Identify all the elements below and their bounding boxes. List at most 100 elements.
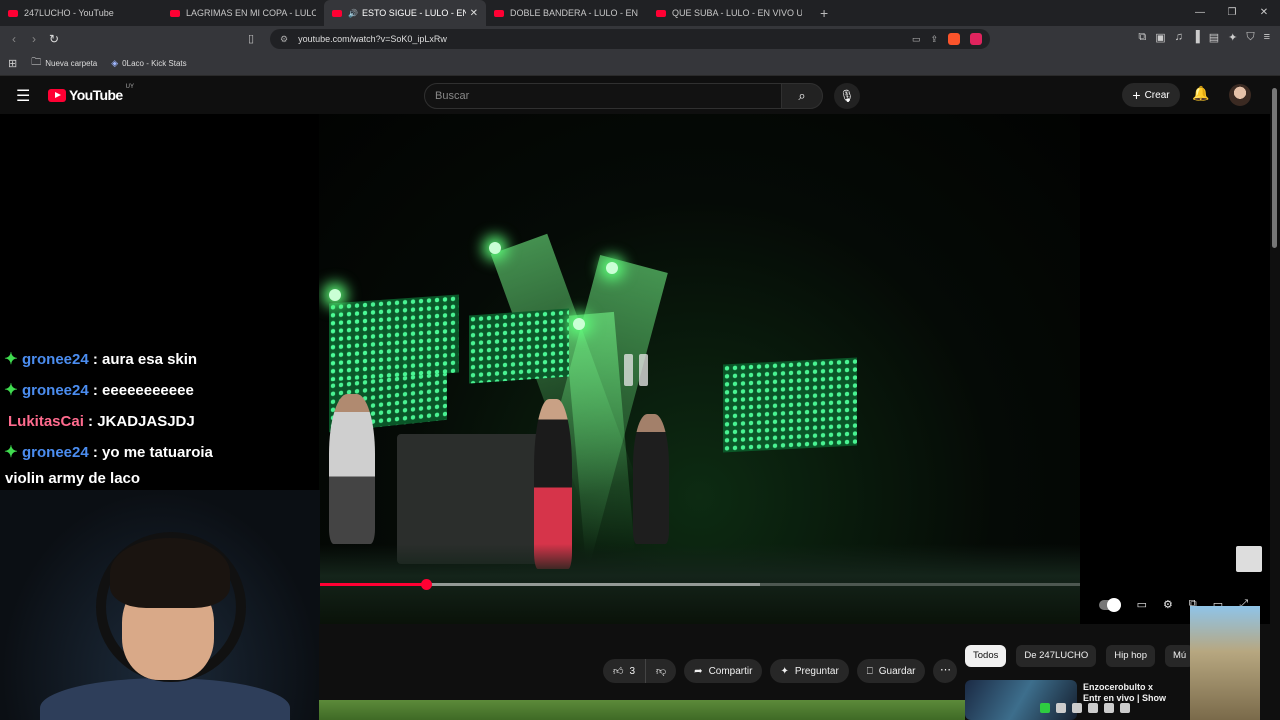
chat-text: : eeeeeeeeeee — [92, 382, 194, 399]
autoplay-toggle[interactable] — [1098, 597, 1121, 612]
settings-gear-icon[interactable]: ⚙ — [1163, 598, 1173, 611]
forward-icon[interactable]: › — [24, 32, 44, 46]
chat-message: LukitasCai : JKADJASJDJ — [0, 406, 320, 437]
share-icon[interactable]: ⇪ — [930, 34, 938, 45]
microphone-icon: 🎙 — [839, 89, 855, 103]
pause-indicator[interactable] — [624, 354, 648, 386]
scrollbar-thumb[interactable] — [1272, 88, 1277, 248]
channel-watermark[interactable] — [1236, 546, 1262, 572]
address-bar-row: ‹ › ↻ ▯ ⚙ youtube.com/watch?v=SoK0_ipLxR… — [0, 26, 1280, 52]
tray-app-icon[interactable] — [1088, 703, 1098, 713]
thumbs-up-icon: 👍︎ — [613, 666, 624, 677]
led-screen — [723, 357, 857, 453]
vpn-icon[interactable]: ⛉ — [1246, 31, 1254, 44]
video-actions: 👍︎ 3 👎︎ ➦ Compartir ✦ Preguntar ⎕ Guarda… — [603, 659, 958, 683]
tray-app-icon[interactable] — [1104, 703, 1114, 713]
media-icon[interactable]: ♫ — [1175, 31, 1183, 44]
search-placeholder: Buscar — [435, 90, 470, 102]
recommended-title[interactable]: Enzocerobulto x Entr en vivo | Show comp — [1083, 682, 1171, 704]
site-info-icon[interactable]: ⚙ — [280, 34, 288, 45]
plus-icon: + — [1132, 87, 1141, 103]
voice-search-button[interactable]: 🎙 — [834, 83, 860, 109]
wallet-icon[interactable]: ▤ — [1209, 31, 1219, 44]
chip-from-channel[interactable]: De 247LUCHO — [1016, 645, 1097, 667]
back-icon[interactable]: ‹ — [4, 32, 24, 46]
recommended-video[interactable]: Enzocerobulto x Entr en vivo | Show comp — [965, 680, 1170, 720]
chat-text: : yo me tatuaroia — [92, 444, 213, 461]
brave-rewards-icon[interactable] — [970, 33, 982, 45]
chip-hip-hop[interactable]: Hip hop — [1106, 645, 1155, 667]
close-window-icon[interactable]: ✕ — [1248, 0, 1280, 26]
chat-text: : JKADJASJDJ — [88, 413, 195, 430]
apps-grid-icon[interactable]: ⊞ — [8, 57, 17, 70]
youtube-play-icon — [48, 88, 66, 102]
search-input[interactable]: Buscar — [424, 83, 782, 109]
share-button[interactable]: ➦ Compartir — [684, 659, 763, 683]
stage-light — [489, 242, 501, 254]
new-tab-button[interactable]: + — [820, 5, 828, 21]
page-scrollbar[interactable] — [1270, 76, 1280, 720]
stage-light — [329, 289, 341, 301]
brave-shield-icon[interactable] — [948, 33, 960, 45]
bookmark-link[interactable]: ◈ 0Laco - Kick Stats — [111, 58, 186, 69]
subtitles-icon[interactable]: ▭ — [1137, 598, 1147, 611]
save-label: Guardar — [878, 665, 916, 677]
guide-menu-icon[interactable]: ☰ — [16, 86, 30, 106]
restore-icon[interactable]: ❐ — [1216, 0, 1248, 26]
reload-icon[interactable]: ↻ — [44, 32, 64, 46]
screenshot-icon[interactable]: ▣ — [1155, 31, 1165, 44]
bookmark-folder[interactable]: 🗀 Nueva carpeta — [31, 55, 97, 72]
sidebar-icon[interactable]: ▐ — [1192, 31, 1200, 44]
pause-bar — [639, 354, 648, 386]
chip-all[interactable]: Todos — [965, 645, 1007, 667]
url-actions: ▭ ⇪ — [912, 29, 982, 49]
bookmark-label: Nueva carpeta — [45, 59, 98, 68]
ask-button[interactable]: ✦ Preguntar — [770, 659, 849, 683]
create-button[interactable]: + Crear — [1122, 83, 1180, 107]
browser-tab[interactable]: LAGRIMAS EN MI COPA - LULO - EN — [162, 0, 324, 26]
led-screen — [469, 308, 569, 384]
tray-app-icon[interactable] — [1040, 703, 1050, 713]
like-button[interactable]: 👍︎ 3 — [603, 659, 647, 683]
tab-title: 247LUCHO - YouTube — [24, 8, 114, 18]
progress-bar[interactable] — [319, 579, 1080, 590]
menu-icon[interactable]: ≡ — [1264, 31, 1270, 44]
search-button[interactable]: ⌕ — [781, 83, 823, 109]
more-icon: ⋯ — [939, 664, 951, 676]
url-field[interactable]: ⚙ youtube.com/watch?v=SoK0_ipLxRw ▭ ⇪ — [270, 29, 990, 49]
streamer-webcam — [0, 490, 320, 720]
youtube-logo[interactable]: YouTube UY — [48, 84, 134, 103]
bookmark-icon[interactable]: ▯ — [248, 32, 254, 45]
tray-app-icon[interactable] — [1120, 703, 1130, 713]
minimize-icon[interactable]: — — [1184, 0, 1216, 26]
avatar[interactable] — [1229, 84, 1251, 106]
cast-icon[interactable]: ▭ — [912, 34, 921, 45]
played-fill — [319, 583, 426, 586]
youtube-favicon-icon — [8, 9, 18, 17]
more-actions-button[interactable]: ⋯ — [933, 659, 958, 683]
browser-tab[interactable]: QUE SUBA - LULO - EN VIVO UNICLUB — [648, 0, 810, 26]
recommended-thumbnail[interactable] — [965, 680, 1077, 720]
chat-username: gronee24 — [22, 351, 89, 368]
browser-tab[interactable]: 247LUCHO - YouTube — [0, 0, 162, 26]
subscriber-badge-icon: ✦ — [4, 444, 18, 461]
chat-username: gronee24 — [22, 382, 89, 399]
speaker-icon[interactable]: 🔊 — [348, 9, 358, 18]
tray-app-icon[interactable] — [1072, 703, 1082, 713]
subscriber-badge-icon: ✦ — [4, 351, 18, 368]
browser-tab[interactable]: DOBLE BANDERA - LULO - EN VIVO — [486, 0, 648, 26]
kick-icon: ◈ — [111, 58, 119, 68]
browser-tab-active[interactable]: 🔊 ESTO SIGUE - LULO - EN VIVO ✕ — [324, 0, 486, 26]
extensions-icon[interactable]: ⧉ — [1138, 31, 1146, 44]
leo-icon[interactable]: ✦ — [1228, 31, 1237, 44]
folder-icon: 🗀 — [31, 57, 42, 68]
tab-title: DOBLE BANDERA - LULO - EN VIVO — [510, 8, 640, 18]
youtube-favicon-icon — [494, 9, 504, 17]
pause-bar — [624, 354, 633, 386]
save-button[interactable]: ⎕ Guardar — [856, 659, 926, 683]
scrubber-handle[interactable] — [420, 579, 432, 590]
dislike-button[interactable]: 👎︎ — [646, 659, 677, 683]
notifications-icon[interactable]: 🔔 — [1192, 85, 1209, 102]
tray-app-icon[interactable] — [1056, 703, 1066, 713]
close-tab-icon[interactable]: ✕ — [470, 8, 478, 19]
